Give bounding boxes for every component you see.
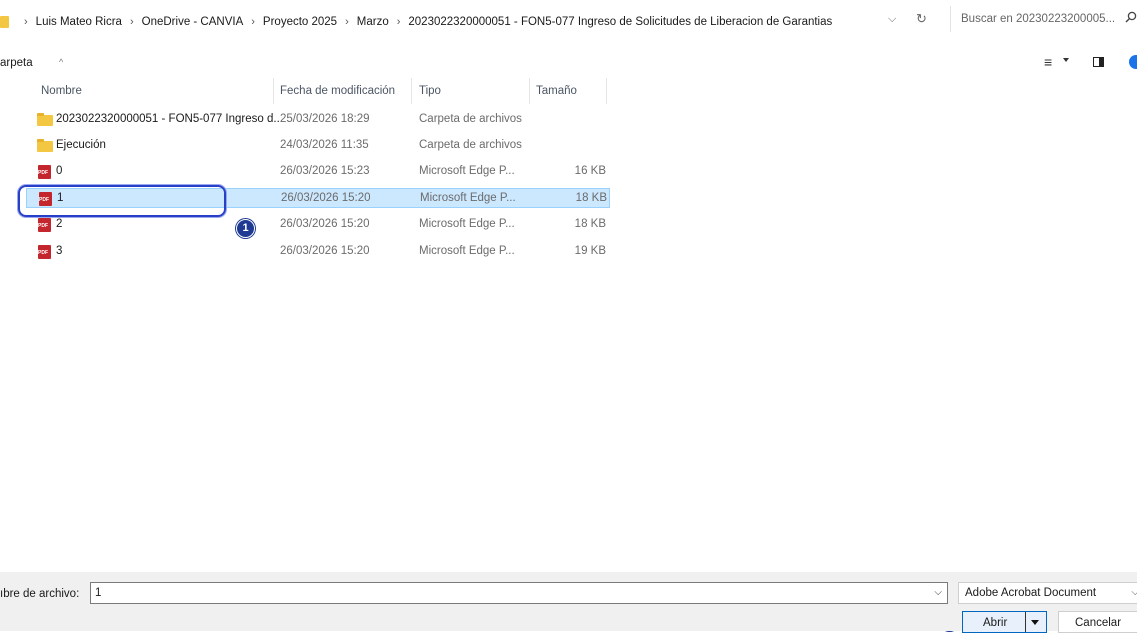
file-type: Microsoft Edge P... — [419, 245, 515, 257]
file-name: 2023022320000051 - FON5-077 Ingreso d... — [56, 113, 283, 125]
view-menu-icon[interactable]: ≡ — [1044, 54, 1052, 70]
column-header-type[interactable]: Tipo — [419, 85, 441, 97]
breadcrumb-item-user[interactable]: Luis Mateo Ricra — [36, 16, 122, 28]
search-box[interactable]: Buscar en 20230223200005... — [950, 6, 1137, 32]
breadcrumb-item-onedrive[interactable]: OneDrive - CANVIA — [142, 16, 244, 28]
pdf-icon — [38, 245, 51, 259]
file-type: Microsoft Edge P... — [419, 218, 515, 230]
address-history-dropdown-icon[interactable]: ⌵ — [888, 13, 896, 26]
breadcrumb: › Luis Mateo Ricra › OneDrive - CANVIA ›… — [0, 12, 832, 32]
chevron-down-icon[interactable] — [1063, 58, 1069, 62]
file-row-pdf-2[interactable]: 2 26/03/2026 15:20 Microsoft Edge P... 1… — [26, 215, 610, 235]
file-date: 26/03/2026 15:20 — [280, 245, 370, 257]
column-header-size[interactable]: Tamaño — [536, 85, 577, 97]
filetype-value: Adobe Acrobat Document — [965, 587, 1097, 599]
file-date: 25/03/2026 18:29 — [280, 113, 370, 125]
breadcrumb-item-current-folder[interactable]: 2023022320000051 - FON5-077 Ingreso de S… — [408, 16, 832, 28]
column-divider[interactable] — [411, 78, 412, 104]
annotation-highlight — [18, 185, 226, 217]
search-icon[interactable] — [1125, 11, 1137, 23]
file-row-folder-ejecucion[interactable]: Ejecución 24/03/2026 11:35 Carpeta de ar… — [26, 136, 610, 156]
open-button[interactable]: Abrir — [962, 611, 1047, 633]
file-type: Carpeta de archivos — [419, 139, 522, 151]
open-button-label: Abrir — [983, 617, 1008, 629]
file-name: 3 — [56, 245, 63, 257]
folder-icon — [0, 16, 9, 28]
annotation-badge-1: 1 — [236, 219, 255, 238]
file-size: 18 KB — [574, 218, 606, 230]
file-size: 18 KB — [575, 192, 607, 204]
file-date: 26/03/2026 15:20 — [280, 218, 370, 230]
chevron-down-icon[interactable]: ⌵ — [934, 587, 942, 598]
file-list: Nombre Fecha de modificación Tipo Tamaño… — [8, 78, 1137, 572]
file-name: Ejecución — [56, 139, 106, 151]
file-date: 26/03/2026 15:23 — [280, 165, 370, 177]
toolbar — [0, 50, 1137, 76]
new-folder-button[interactable]: arpeta — [0, 57, 33, 69]
chevron-down-icon[interactable]: ⌵ — [1131, 587, 1137, 598]
breadcrumb-separator: › — [345, 16, 349, 28]
file-type: Microsoft Edge P... — [419, 165, 515, 177]
file-name: 2 — [56, 218, 63, 230]
file-type: Microsoft Edge P... — [420, 192, 516, 204]
breadcrumb-separator: › — [396, 16, 401, 28]
column-divider[interactable] — [606, 78, 607, 104]
file-name: 0 — [56, 165, 63, 177]
breadcrumb-item-proyecto[interactable]: Proyecto 2025 — [263, 16, 337, 28]
file-row-folder-main[interactable]: 2023022320000051 - FON5-077 Ingreso d...… — [26, 110, 610, 130]
breadcrumb-separator: › — [24, 16, 28, 28]
sort-ascending-icon: ^ — [59, 57, 64, 67]
filename-value[interactable]: 1 — [95, 587, 101, 599]
breadcrumb-item-marzo[interactable]: Marzo — [357, 16, 389, 28]
pdf-icon — [38, 218, 51, 232]
search-input[interactable]: Buscar en 20230223200005... — [961, 13, 1115, 25]
file-size: 16 KB — [574, 165, 606, 177]
column-divider[interactable] — [273, 78, 274, 104]
file-size: 19 KB — [574, 245, 606, 257]
folder-icon — [37, 113, 53, 126]
help-icon[interactable] — [1129, 55, 1137, 69]
column-header-date[interactable]: Fecha de modificación — [280, 85, 395, 97]
column-header-name[interactable]: Nombre — [41, 85, 82, 97]
column-divider[interactable] — [529, 78, 530, 104]
split-divider — [1025, 612, 1026, 632]
breadcrumb-separator: › — [251, 16, 255, 28]
pdf-icon — [38, 165, 51, 179]
refresh-icon[interactable]: ↻ — [916, 11, 927, 27]
file-row-pdf-0[interactable]: 0 26/03/2026 15:23 Microsoft Edge P... 1… — [26, 162, 610, 182]
file-date: 26/03/2026 15:20 — [281, 192, 371, 204]
breadcrumb-separator: › — [129, 16, 134, 28]
preview-pane-icon[interactable] — [1093, 57, 1104, 67]
filename-label: ıbre de archivo: — [0, 588, 80, 600]
cancel-button[interactable]: Cancelar — [1058, 611, 1137, 633]
file-row-pdf-3[interactable]: 3 26/03/2026 15:20 Microsoft Edge P... 1… — [26, 242, 610, 262]
filename-input[interactable]: 1 ⌵ — [90, 582, 948, 604]
folder-icon — [37, 139, 53, 152]
file-date: 24/03/2026 11:35 — [280, 139, 369, 151]
cancel-button-label: Cancelar — [1075, 617, 1122, 629]
filetype-select[interactable]: Adobe Acrobat Document ⌵ — [958, 582, 1137, 604]
file-type: Carpeta de archivos — [419, 113, 522, 125]
chevron-down-icon[interactable] — [1031, 620, 1039, 625]
